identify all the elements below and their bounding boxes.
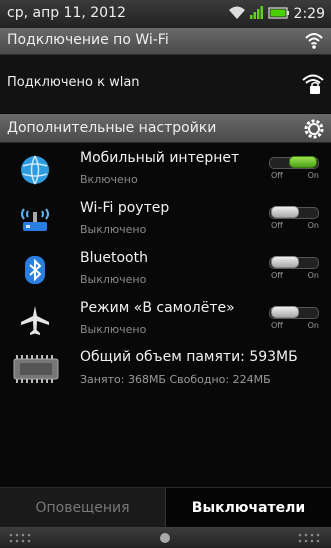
memory-row[interactable]: Общий объем памяти: 593МБ Занято: 368МБ … [0, 345, 331, 395]
wifi-icon [228, 4, 246, 24]
switch-on-label: On [307, 171, 319, 180]
toggle-status: Выключено [80, 223, 147, 236]
toggle-title: Мобильный интернет [80, 150, 240, 166]
globe-icon [18, 153, 52, 187]
toggle-row-bluetooth[interactable]: Bluetooth Выключено Off On [0, 245, 331, 295]
toggle-status: Выключено [80, 273, 147, 286]
wifi-icon[interactable] [303, 30, 325, 56]
tab-switches[interactable]: Выключатели [165, 488, 331, 528]
switch-knob[interactable] [271, 256, 299, 268]
memory-chip-icon [12, 353, 60, 389]
signal-icon [249, 4, 264, 24]
wifi-router-icon [18, 203, 52, 237]
settings-header[interactable]: Дополнительные настройки [0, 114, 331, 143]
switch-off-label: Off [271, 171, 283, 180]
airplane-mode-switch[interactable]: Off On [267, 305, 319, 331]
toggle-row-wifi-hotspot[interactable]: Wi-Fi роутер Выключено Off On [0, 195, 331, 245]
airplane-icon [18, 303, 52, 337]
switch-off-label: Off [271, 221, 283, 230]
toggle-title: Режим «В самолёте» [80, 300, 235, 316]
toggle-status: Включено [80, 173, 138, 186]
switch-knob[interactable] [271, 206, 299, 218]
drag-handle-knob[interactable] [160, 533, 170, 543]
memory-details: Занято: 368МБ Свободно: 224МБ [80, 373, 271, 386]
toggle-row-airplane-mode[interactable]: Режим «В самолёте» Выключено Off On [0, 295, 331, 345]
toggle-row-mobile-data[interactable]: Мобильный интернет Включено Off On [0, 145, 331, 195]
toggle-status: Выключено [80, 323, 147, 336]
wifi-status-label: Подключено к wlan [7, 75, 140, 90]
status-date: ср, апр 11, 2012 [7, 5, 126, 21]
quick-settings-list: Мобильный интернет Включено Off On Wi-Fi… [0, 145, 331, 345]
grip-dots-icon [9, 533, 31, 543]
grip-dots-icon [298, 533, 320, 543]
mobile-data-switch[interactable]: Off On [267, 155, 319, 181]
tab-notifications[interactable]: Оповещения [0, 488, 165, 528]
wifi-lock-icon [301, 71, 325, 99]
switch-on-label: On [307, 271, 319, 280]
toggle-title: Wi-Fi роутер [80, 200, 170, 216]
wifi-header-label: Подключение по Wi-Fi [7, 32, 169, 48]
switch-on-label: On [307, 221, 319, 230]
shade-drag-handle[interactable] [0, 527, 331, 548]
notification-shade: ср, апр 11, 2012 2:29 Подключение по Wi-… [0, 0, 331, 548]
switch-on-label: On [307, 321, 319, 330]
wifi-header[interactable]: Подключение по Wi-Fi [0, 28, 331, 55]
wifi-hotspot-switch[interactable]: Off On [267, 205, 319, 231]
switch-off-label: Off [271, 271, 283, 280]
memory-title: Общий объем памяти: 593МБ [80, 349, 298, 365]
battery-icon [267, 5, 290, 24]
switch-knob[interactable] [289, 156, 317, 168]
bluetooth-switch[interactable]: Off On [267, 255, 319, 281]
settings-header-label: Дополнительные настройки [7, 120, 217, 136]
switch-knob[interactable] [271, 306, 299, 318]
status-bar: ср, апр 11, 2012 2:29 [0, 0, 331, 28]
status-icons: 2:29 [228, 4, 325, 24]
status-time: 2:29 [293, 6, 325, 22]
toggle-title: Bluetooth [80, 250, 148, 266]
gear-icon[interactable] [303, 118, 325, 144]
bottom-tabs: Оповещения Выключатели [0, 487, 331, 528]
switch-off-label: Off [271, 321, 283, 330]
wifi-status-row[interactable]: Подключено к wlan [0, 55, 331, 113]
bluetooth-icon [18, 253, 52, 287]
